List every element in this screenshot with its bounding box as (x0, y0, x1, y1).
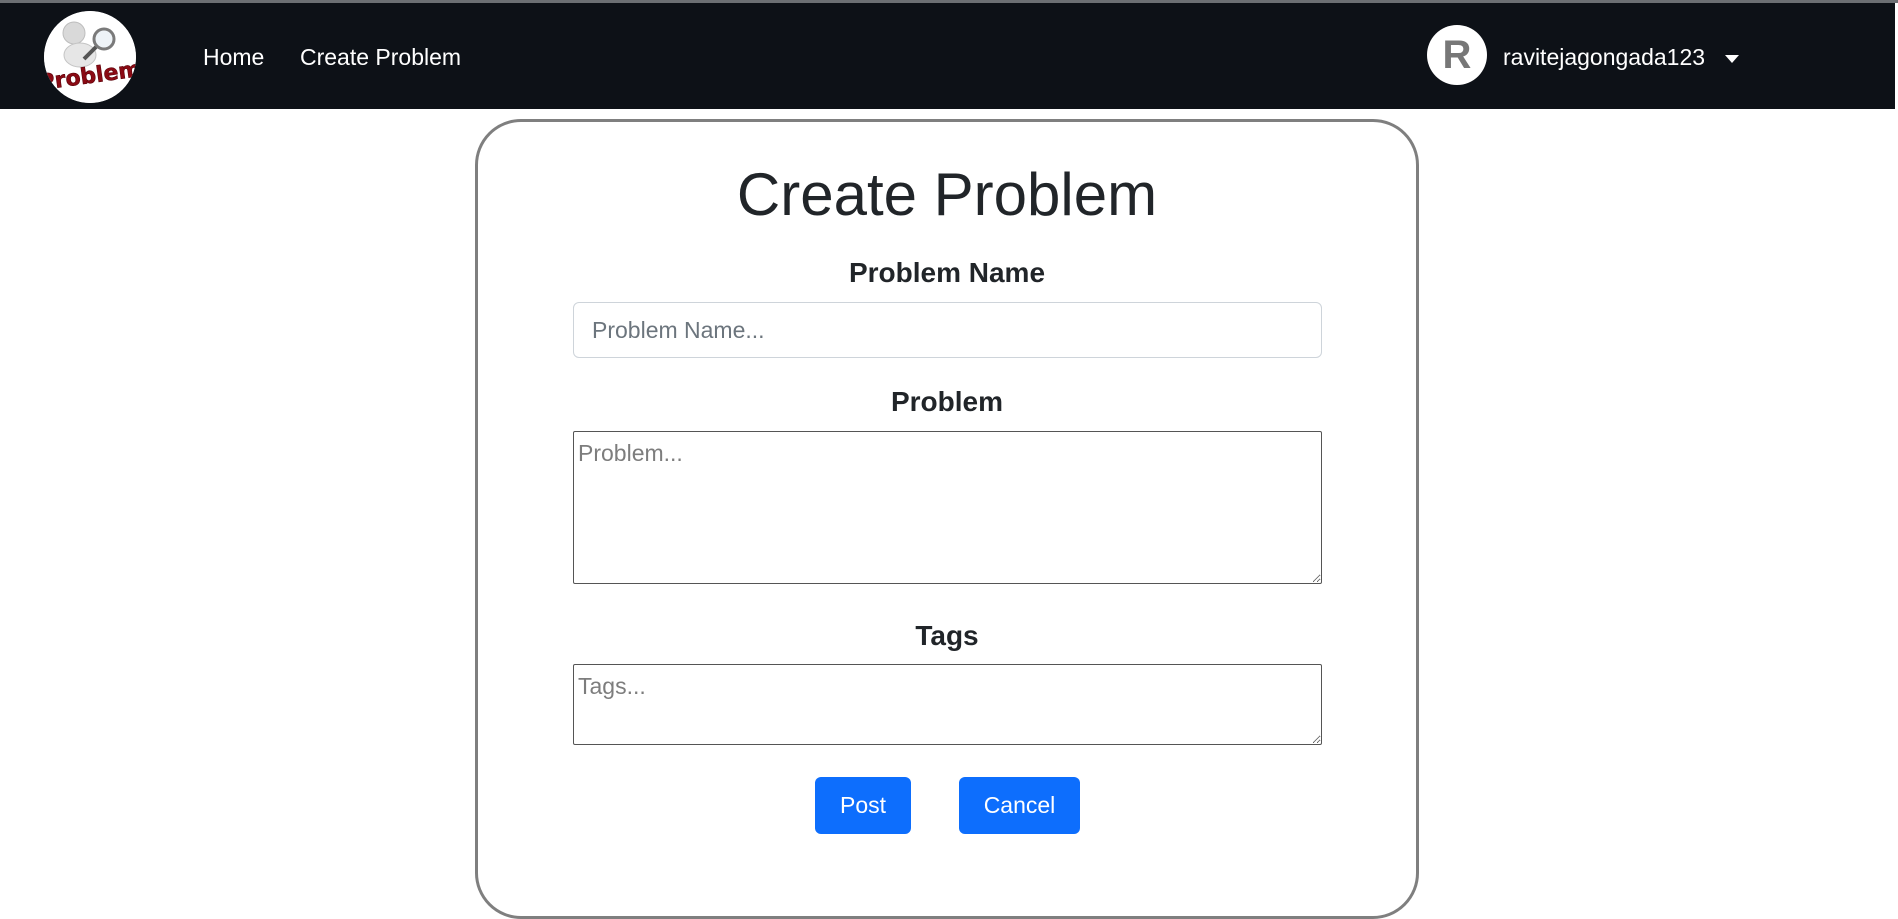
cancel-button[interactable]: Cancel (959, 777, 1080, 834)
problem-label: Problem (890, 386, 1004, 417)
user-menu-toggle[interactable]: ravitejagongada123 (1503, 43, 1705, 71)
problem-name-input[interactable] (573, 302, 1322, 358)
navbar: Problem Home Create Problem R ravitejago… (0, 3, 1895, 109)
problem-logo[interactable]: Problem (44, 11, 136, 103)
problem-textarea[interactable] (573, 431, 1322, 584)
nav-link-create-problem[interactable]: Create Problem (300, 43, 461, 71)
tags-label: Tags (915, 620, 979, 651)
post-button[interactable]: Post (815, 777, 911, 834)
user-avatar[interactable]: R (1427, 25, 1487, 85)
problem-name-label: Problem Name (848, 257, 1046, 288)
logo-image: Problem (44, 11, 136, 103)
page-title: Create Problem (736, 161, 1158, 228)
nav-link-home[interactable]: Home (203, 43, 264, 71)
tags-textarea[interactable] (573, 664, 1322, 745)
caret-down-icon[interactable] (1725, 55, 1739, 63)
